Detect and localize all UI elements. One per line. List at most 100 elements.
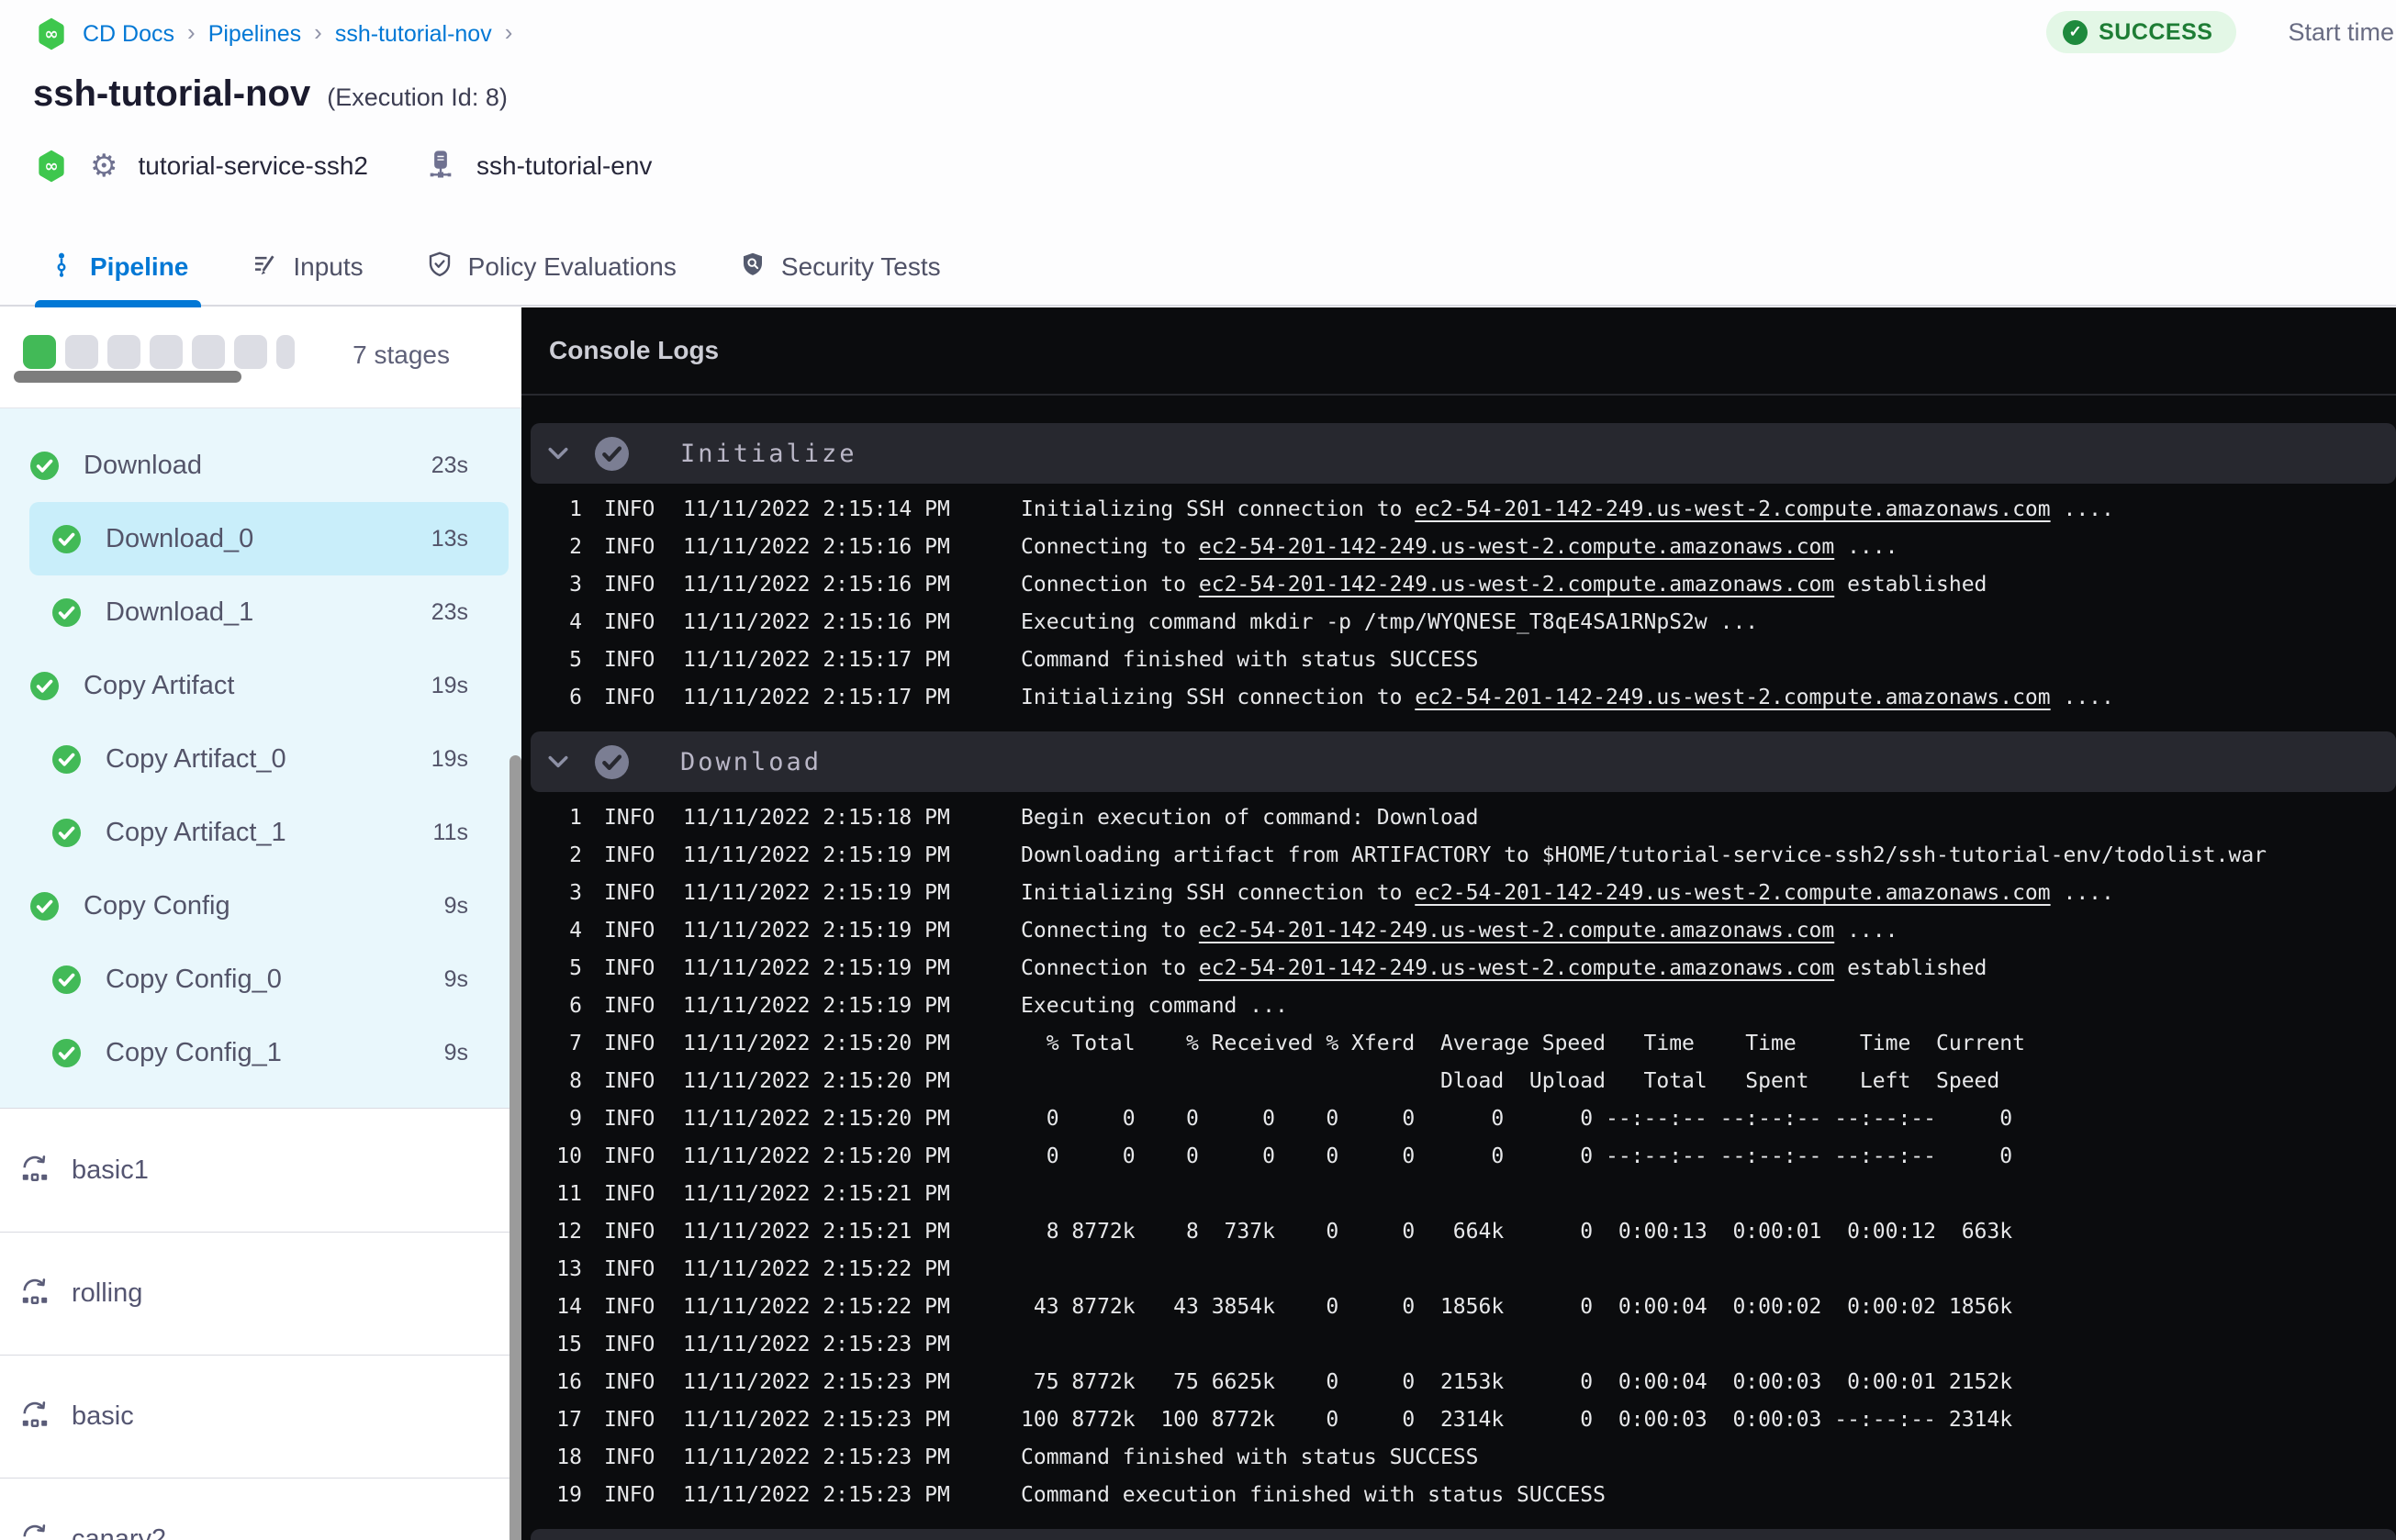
pipeline-item-rolling[interactable]: rolling bbox=[0, 1232, 521, 1355]
pipeline-list: basic1 rolling basic canary2 bbox=[0, 1108, 521, 1540]
stage-progress-block bbox=[234, 335, 267, 369]
chevron-right-icon: › bbox=[187, 18, 196, 46]
service-name[interactable]: tutorial-service-ssh2 bbox=[138, 151, 368, 181]
stage-progress-block bbox=[276, 335, 295, 369]
stage-row-copy artifact[interactable]: Copy Artifact 19s bbox=[0, 649, 521, 722]
stage-progress-block bbox=[107, 335, 140, 369]
stage-duration: 9s bbox=[443, 892, 468, 919]
breadcrumb-link[interactable]: Pipelines bbox=[208, 21, 301, 48]
log-message: Executing command ... bbox=[1021, 993, 1288, 1018]
log-line: 10 INFO 11/11/2022 2:15:20 PM 0 0 0 0 0 0 … bbox=[521, 1137, 2396, 1175]
log-message: Downloading artifact from ARTIFACTORY to… bbox=[1021, 843, 2267, 867]
stage-row-copy artifact_0[interactable]: Copy Artifact_0 19s bbox=[0, 722, 521, 796]
log-line: 2 INFO 11/11/2022 2:15:16 PM Connecting to … bbox=[521, 528, 2396, 565]
log-timestamp: 11/11/2022 2:15:20 PM bbox=[683, 1144, 950, 1168]
host-link[interactable]: ec2-54-201-142-249.us-west-2.compute.ama… bbox=[1415, 497, 2050, 521]
stage-label: Copy Artifact_0 bbox=[106, 743, 286, 774]
breadcrumb-link[interactable]: ssh-tutorial-nov bbox=[335, 21, 492, 48]
breadcrumb-link[interactable]: CD Docs bbox=[83, 21, 174, 48]
stage-row-download[interactable]: Download 23s bbox=[0, 429, 521, 502]
stage-row-download_1[interactable]: Download_1 23s bbox=[0, 575, 521, 649]
log-timestamp: 11/11/2022 2:15:23 PM bbox=[683, 1407, 950, 1432]
pipeline-item-basic[interactable]: basic bbox=[0, 1355, 521, 1478]
log-message: 43 8772k 43 3854k 0 0 1856k 0 0:00:04 0:… bbox=[1021, 1294, 2013, 1319]
chevron-right-icon: › bbox=[314, 18, 322, 46]
log-line-number: 10 bbox=[556, 1144, 582, 1168]
log-line: 18 INFO 11/11/2022 2:15:23 PM Command finis… bbox=[521, 1438, 2396, 1476]
log-line: 17 INFO 11/11/2022 2:15:23 PM 100 8772k 100… bbox=[521, 1401, 2396, 1438]
host-link[interactable]: ec2-54-201-142-249.us-west-2.compute.ama… bbox=[1199, 535, 1834, 559]
log-line: 14 INFO 11/11/2022 2:15:22 PM 43 8772k 43 … bbox=[521, 1288, 2396, 1325]
horizontal-scrollbar[interactable] bbox=[14, 371, 241, 383]
console-log-area[interactable]: Initialize 1 INFO 11/11/2022 2:15:14 PM Init… bbox=[521, 423, 2396, 1540]
log-message: Dload Upload Total Spent Left Speed bbox=[1021, 1068, 2000, 1093]
log-level: INFO bbox=[604, 647, 655, 672]
success-check-icon bbox=[52, 524, 81, 553]
log-line: 11 INFO 11/11/2022 2:15:21 PM bbox=[521, 1175, 2396, 1212]
chevron-down-icon[interactable] bbox=[545, 441, 571, 466]
log-section-header-cleanup[interactable]: Cleanup bbox=[531, 1529, 2396, 1540]
log-level: INFO bbox=[604, 1106, 655, 1131]
host-link[interactable]: ec2-54-201-142-249.us-west-2.compute.ama… bbox=[1415, 881, 2050, 905]
sidebar-scrollbar[interactable] bbox=[509, 755, 521, 1540]
success-check-icon bbox=[52, 965, 81, 994]
execution-sidebar: 7 stages Download 23s Download_0 13s Downl… bbox=[0, 307, 521, 1540]
success-check-icon bbox=[30, 451, 59, 480]
stage-row-download_0[interactable]: Download_0 13s bbox=[0, 502, 521, 575]
stage-progress-blocks bbox=[23, 335, 295, 369]
tab-policy-evaluations[interactable]: Policy Evaluations bbox=[413, 229, 689, 306]
log-level: INFO bbox=[604, 1369, 655, 1394]
stage-row-copy config_1[interactable]: Copy Config_1 9s bbox=[0, 1016, 521, 1089]
tab-pipeline[interactable]: Pipeline bbox=[35, 229, 202, 307]
stage-duration: 13s bbox=[431, 525, 468, 552]
log-level: INFO bbox=[604, 1407, 655, 1432]
pipeline-item-basic1[interactable]: basic1 bbox=[0, 1109, 521, 1232]
pipeline-item-canary2[interactable]: canary2 bbox=[0, 1478, 521, 1540]
log-level: INFO bbox=[604, 993, 655, 1018]
host-link[interactable]: ec2-54-201-142-249.us-west-2.compute.ama… bbox=[1199, 956, 1834, 980]
log-timestamp: 11/11/2022 2:15:23 PM bbox=[683, 1332, 950, 1356]
stage-row-copy config[interactable]: Copy Config 9s bbox=[0, 869, 521, 943]
log-line: 3 INFO 11/11/2022 2:15:19 PM Initializing S… bbox=[521, 874, 2396, 911]
log-line: 3 INFO 11/11/2022 2:15:16 PM Connection to … bbox=[521, 565, 2396, 603]
log-line: 1 INFO 11/11/2022 2:15:14 PM Initializing S… bbox=[521, 490, 2396, 528]
stage-duration: 11s bbox=[432, 819, 468, 845]
log-level: INFO bbox=[604, 1256, 655, 1281]
log-line: 2 INFO 11/11/2022 2:15:19 PM Downloading ar… bbox=[521, 836, 2396, 874]
tab-security-icon bbox=[739, 251, 767, 285]
log-line-number: 4 bbox=[569, 918, 582, 943]
stage-row-copy artifact_1[interactable]: Copy Artifact_1 11s bbox=[0, 796, 521, 869]
log-message: 0 0 0 0 0 0 0 0 --:--:-- --:--:-- --:--:… bbox=[1021, 1144, 2013, 1168]
rollback-stage-icon bbox=[18, 1275, 51, 1312]
chevron-down-icon[interactable] bbox=[545, 749, 571, 775]
host-link[interactable]: ec2-54-201-142-249.us-west-2.compute.ama… bbox=[1415, 686, 2050, 709]
stage-label: Copy Artifact bbox=[84, 670, 235, 700]
stage-duration: 19s bbox=[431, 745, 468, 772]
host-link[interactable]: ec2-54-201-142-249.us-west-2.compute.ama… bbox=[1199, 919, 1834, 943]
log-message: Executing command mkdir -p /tmp/WYQNESE_… bbox=[1021, 609, 1759, 634]
environment-name[interactable]: ssh-tutorial-env bbox=[476, 151, 652, 181]
success-check-icon bbox=[30, 671, 59, 700]
console-header: Console Logs bbox=[521, 307, 2396, 396]
log-line-number: 17 bbox=[556, 1407, 582, 1432]
pipeline-item-label: rolling bbox=[72, 1278, 143, 1308]
stage-label: Copy Config_1 bbox=[106, 1037, 282, 1067]
log-message: 8 8772k 8 737k 0 0 664k 0 0:00:13 0:00:0… bbox=[1021, 1219, 2013, 1244]
host-link[interactable]: ec2-54-201-142-249.us-west-2.compute.ama… bbox=[1199, 573, 1834, 597]
stage-progress-block bbox=[150, 335, 183, 369]
log-timestamp: 11/11/2022 2:15:17 PM bbox=[683, 685, 950, 709]
log-message: Initializing SSH connection to ec2-54-20… bbox=[1021, 880, 2114, 905]
tab-security-tests[interactable]: Security Tests bbox=[726, 229, 954, 306]
status-badge: ✓ SUCCESS bbox=[2046, 11, 2237, 53]
log-section-header-download[interactable]: Download bbox=[531, 731, 2396, 792]
log-level: INFO bbox=[604, 1482, 655, 1507]
log-timestamp: 11/11/2022 2:15:19 PM bbox=[683, 918, 950, 943]
log-section-header-initialize[interactable]: Initialize bbox=[531, 423, 2396, 484]
tab-inputs[interactable]: Inputs bbox=[238, 229, 375, 306]
log-level: INFO bbox=[604, 572, 655, 597]
log-line-number: 6 bbox=[569, 993, 582, 1018]
tab-bar: Pipeline Inputs Policy Evaluations Secur… bbox=[0, 229, 2396, 307]
stage-row-copy config_0[interactable]: Copy Config_0 9s bbox=[0, 943, 521, 1016]
log-timestamp: 11/11/2022 2:15:17 PM bbox=[683, 647, 950, 672]
log-line-number: 1 bbox=[569, 497, 582, 521]
